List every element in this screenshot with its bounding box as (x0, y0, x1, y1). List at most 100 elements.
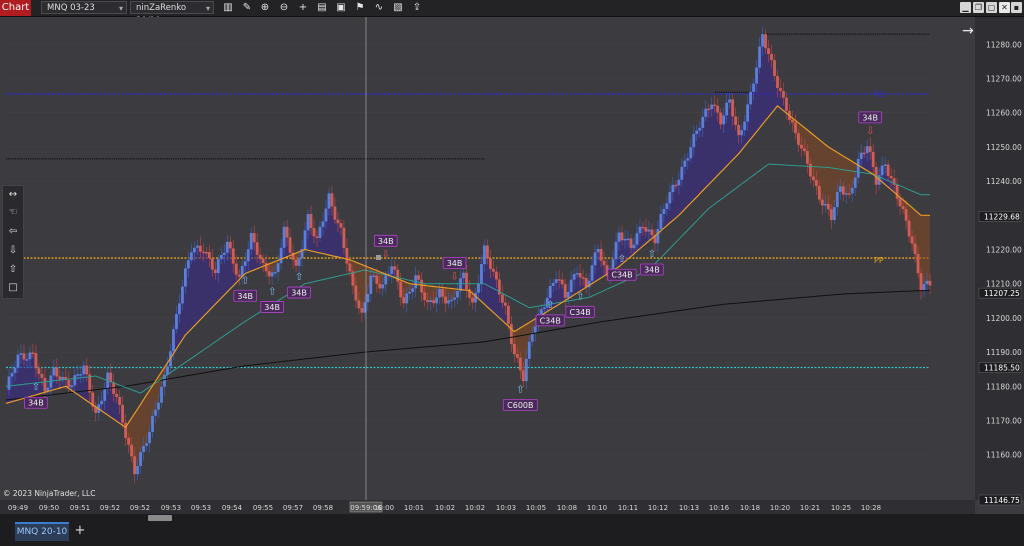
minimize-icon[interactable]: ▁ (960, 2, 971, 13)
indicator-icon[interactable]: ∿ (372, 1, 386, 14)
candle-body (503, 302, 507, 306)
properties-icon[interactable]: ▤ (315, 1, 329, 14)
trend-cloud-segment (825, 144, 829, 210)
close-icon[interactable]: ✕ (999, 2, 1010, 13)
trend-cloud-segment (197, 245, 201, 323)
line-tool-icon[interactable]: ↔ (3, 186, 23, 204)
candle-body (773, 60, 776, 76)
trend-cloud-segment (113, 393, 117, 422)
candle-body (698, 127, 702, 131)
candle-body (674, 184, 678, 187)
zoom-in-icon[interactable]: ⊕ (258, 1, 272, 14)
signal-label: C34B (611, 271, 632, 280)
instrument-selector[interactable]: MNQ 03-23 ▾ (41, 1, 127, 14)
price-axis-background[interactable] (975, 17, 1024, 500)
y-tick-label: 11220.00 (986, 246, 1022, 255)
trend-cloud-segment (200, 251, 204, 320)
candle-body (826, 203, 830, 210)
x-tick-label: 10:28 (861, 504, 881, 512)
arrow-up-icon: ⇧ (516, 384, 524, 395)
candle-body (393, 266, 397, 270)
candle-body (680, 166, 684, 180)
scrollbar-thumb[interactable] (148, 515, 172, 521)
candle-body (133, 456, 136, 475)
candle-body (575, 272, 579, 275)
candle-body (145, 443, 148, 447)
candle-body (187, 260, 190, 269)
candle-body (378, 283, 382, 289)
arrow-up-icon: ⇧ (241, 275, 249, 286)
signal-label: C34B (570, 308, 591, 317)
candle-body (898, 198, 902, 207)
pencil-icon[interactable]: ✎ (240, 1, 254, 14)
candle-body (560, 279, 564, 285)
templates-icon[interactable]: ▣ (334, 1, 348, 14)
candle-body (638, 226, 642, 234)
y-tick-label: 11170.00 (986, 416, 1022, 425)
price-chart[interactable]: R1 PP ⇧ 34B ⇧ 34B ⇧ 34B ⇧ 34B ⇩ 34B ⇩ 34B ⇧ C600B ⇧ C34B… (0, 17, 1024, 514)
candle-body (871, 151, 875, 167)
trend-cloud-segment (334, 219, 338, 258)
signal-label: C600B (507, 401, 533, 410)
restore-icon[interactable]: ❐ (973, 2, 984, 13)
candle-body (886, 164, 890, 176)
strategy-icon[interactable]: ⚑ (353, 1, 367, 14)
candle-body (743, 121, 747, 131)
crosshair-icon[interactable]: + (296, 1, 310, 14)
bar-type-selector[interactable]: ninZaRenko 20/10 ▾ (130, 1, 214, 26)
candle-body (198, 245, 202, 252)
zoom-out-icon[interactable]: ⊖ (277, 1, 291, 14)
tab-mnq-20-10[interactable]: MNQ 20-10 (15, 522, 69, 541)
candle-body (862, 152, 866, 155)
signal-label: 34B (264, 303, 280, 312)
candle-body (276, 263, 280, 273)
share-icon[interactable]: ⇪ (410, 1, 424, 14)
candle-body (184, 268, 187, 287)
nav-arrow-icon[interactable]: → (962, 23, 974, 39)
arrow-up-icon: ⇧ (618, 254, 626, 265)
signal-label: 34B (237, 292, 253, 301)
candle-body (411, 288, 415, 293)
candle-body (794, 122, 797, 134)
candle-body (665, 203, 669, 209)
chart-plot-area[interactable]: R1 PP ⇧ 34B ⇧ 34B ⇧ 34B ⇧ 34B ⇩ 34B ⇩ 34B ⇧ C600B ⇧ C34B… (0, 17, 1024, 514)
arrow-down-tool-icon[interactable]: ⇩ (3, 242, 23, 260)
price-label: 11229.68 (984, 212, 1020, 221)
tab-bar: MNQ 20-10 + (0, 514, 1024, 546)
candle-body (668, 192, 672, 204)
arrow-up-icon: ⇧ (32, 382, 40, 393)
x-tick-label: 10:02 (465, 504, 485, 512)
candle-body (913, 243, 917, 255)
candle-body (142, 446, 145, 453)
candle-body (704, 108, 708, 117)
trend-cloud-segment (490, 268, 494, 313)
arrow-left-tool-icon[interactable]: ⇦ (3, 223, 23, 241)
arrow-up-tool-icon[interactable]: ⇧ (3, 261, 23, 279)
chart-toolbar: Chart MNQ 03-23 ▾ ninZaRenko 20/10 ▾ ▥ ✎… (0, 0, 1024, 26)
candle-body (910, 236, 914, 244)
candle-body (785, 97, 788, 111)
candle-body (590, 265, 594, 281)
candle-body (405, 293, 409, 304)
rectangle-tool-icon[interactable]: □ (3, 279, 23, 297)
candle-body (492, 268, 495, 272)
x-tick-label: 10:12 (648, 504, 668, 512)
candle-body (121, 404, 125, 423)
candle-body (76, 374, 80, 376)
candle-body (782, 91, 785, 98)
pointer-tool-icon[interactable]: ☜ (3, 204, 23, 222)
maximize-icon[interactable]: ▢ (986, 2, 997, 13)
bars-icon[interactable]: ▥ (221, 1, 235, 14)
candle-body (916, 254, 920, 274)
candle-body (907, 220, 911, 237)
trend-cloud-segment (337, 223, 341, 258)
candle-body (195, 245, 199, 248)
performance-icon[interactable]: ▧ (391, 1, 405, 14)
ma-line-orange (5, 105, 930, 429)
pin-icon[interactable]: ▪ (1011, 2, 1022, 13)
candle-body (40, 373, 44, 378)
add-tab-button[interactable]: + (72, 522, 88, 539)
candle-body (820, 199, 824, 206)
signal-label: 34B (447, 259, 463, 268)
candle-body (707, 108, 711, 111)
